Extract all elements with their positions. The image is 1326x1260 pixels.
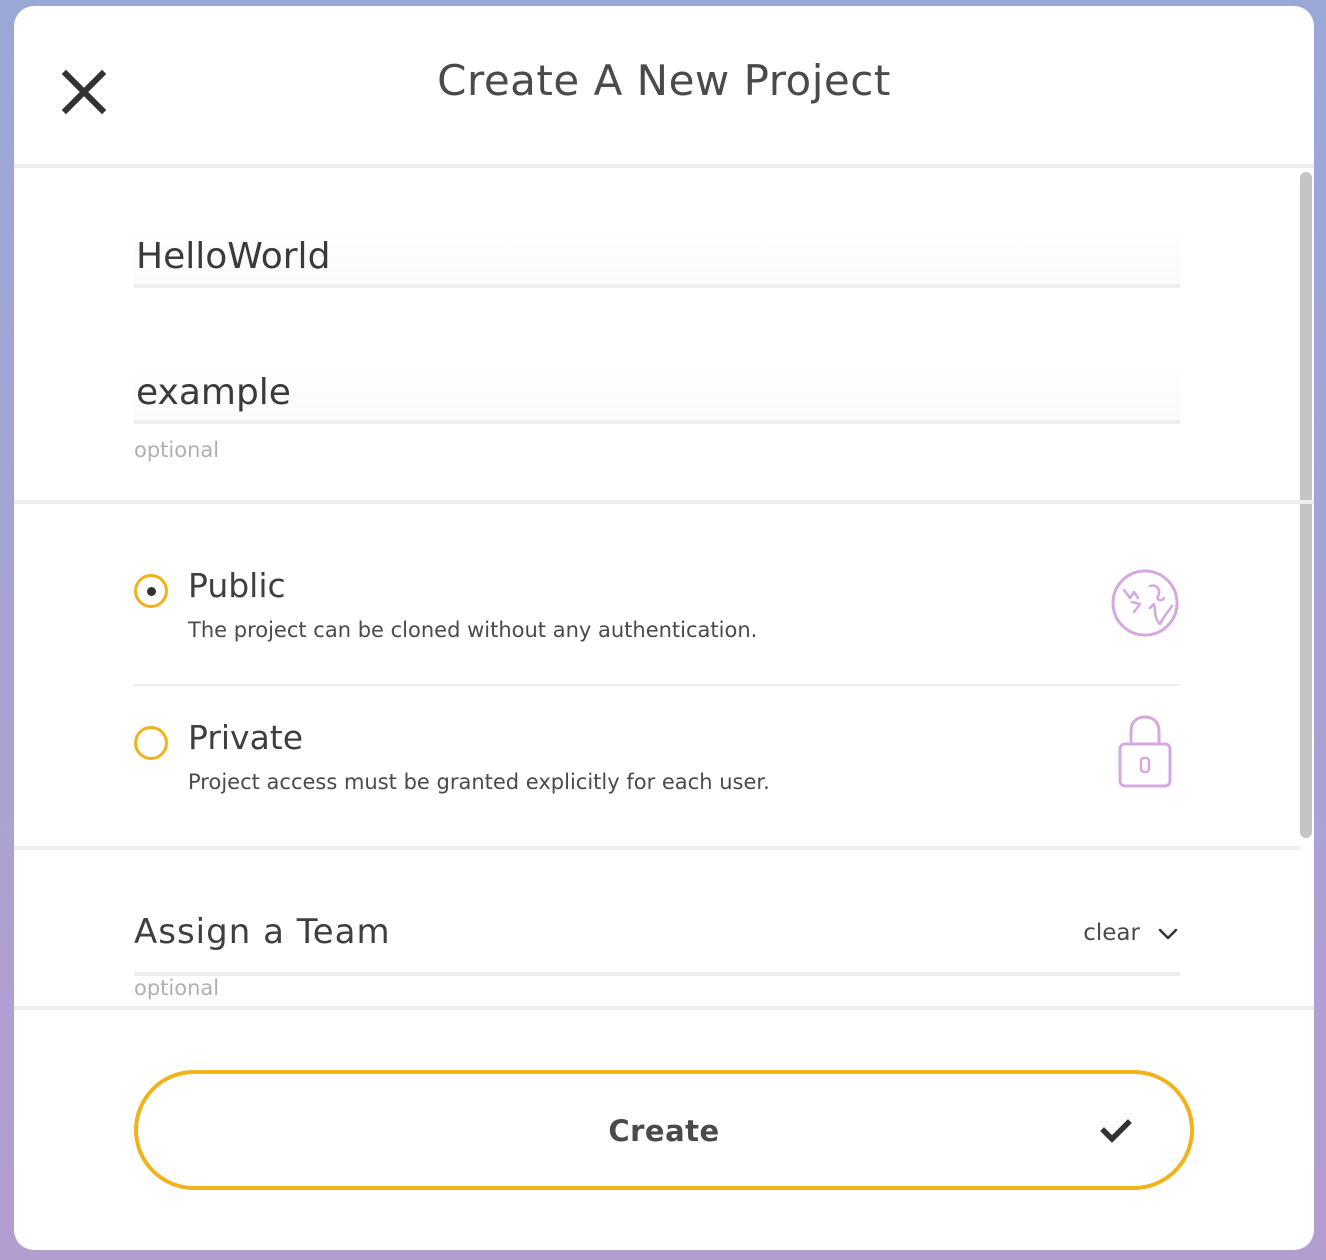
globe-icon [1111,569,1179,637]
section-divider [14,500,1314,504]
private-radio[interactable] [134,726,168,760]
chevron-down-icon[interactable] [1156,922,1180,946]
project-name-input[interactable] [134,228,1180,288]
lock-icon [1118,715,1172,788]
public-label: Public [188,566,286,605]
create-button[interactable]: Create [134,1070,1194,1190]
project-name-field [134,228,1180,288]
checkmark-icon [1100,1119,1132,1143]
private-description: Project access must be granted explicitl… [188,770,770,794]
section-divider [14,846,1300,850]
public-radio[interactable] [134,574,168,608]
option-divider [134,684,1180,686]
dialog-header: Create A New Project [14,6,1314,168]
private-label: Private [188,718,304,757]
visibility-option-public[interactable]: Public The project can be cloned without… [134,566,1180,686]
project-description-input[interactable] [134,364,1180,424]
dialog-title: Create A New Project [437,56,891,105]
team-hint: optional [134,976,220,1000]
visibility-option-private[interactable]: Private Project access must be granted e… [134,715,1180,838]
scrollbar-thumb[interactable] [1300,172,1312,838]
create-button-label: Create [608,1114,720,1148]
assign-team-select[interactable]: Assign a Team clear [134,902,1180,976]
project-description-field: optional [134,364,1180,462]
assign-team-label: Assign a Team [134,912,391,952]
clear-team-button[interactable]: clear [1083,920,1140,946]
footer-divider [14,1006,1314,1010]
description-hint: optional [134,438,220,462]
public-description: The project can be cloned without any au… [188,618,758,642]
radio-selected-dot [147,587,156,596]
create-project-dialog: Create A New Project optional Public The… [14,6,1314,1250]
